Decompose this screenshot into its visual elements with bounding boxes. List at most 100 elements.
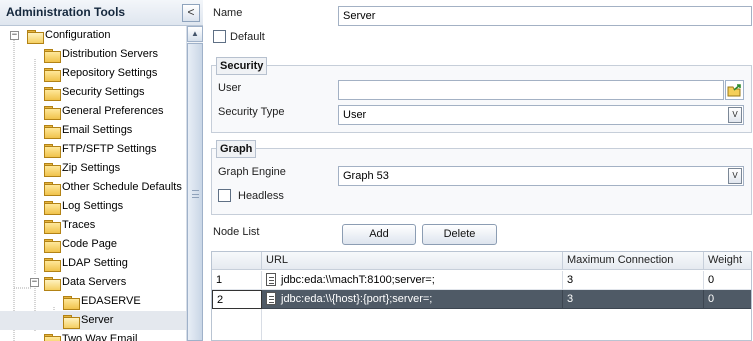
tree-item-ftp-sftp-settings[interactable]: FTP/SFTP Settings <box>44 140 186 159</box>
tree-item-log-settings[interactable]: Log Settings <box>44 197 186 216</box>
tree-item-label: Repository Settings <box>62 67 158 79</box>
chevron-down-icon[interactable]: V <box>728 168 742 184</box>
default-checkbox[interactable] <box>213 30 226 43</box>
folder-icon <box>44 258 61 272</box>
max-connection-cell[interactable]: 3 <box>563 271 704 290</box>
security-group: Security User Security Type User V <box>211 57 752 133</box>
column-header-weight[interactable]: Weight <box>704 252 751 270</box>
folder-icon <box>44 239 61 253</box>
tree-item-label: Server <box>81 314 114 326</box>
tree-item-other-schedule-defaults[interactable]: Other Schedule Defaults <box>44 178 186 197</box>
navigation-tree: − Configuration Distribution Servers Rep… <box>0 26 186 341</box>
tree-scrollbar[interactable]: ▲ <box>186 26 203 341</box>
tree-item-zip-settings[interactable]: Zip Settings <box>44 159 186 178</box>
tree-item-security-settings[interactable]: Security Settings <box>44 83 186 102</box>
node-list-label: Node List <box>213 226 260 238</box>
folder-icon <box>63 296 80 310</box>
row-number: 1 <box>212 271 262 290</box>
tree-item-general-preferences[interactable]: General Preferences <box>44 102 186 121</box>
tree-item-label: Zip Settings <box>62 162 121 174</box>
delete-button[interactable]: Delete <box>422 224 497 245</box>
security-legend: Security <box>216 57 268 75</box>
tree-item-label: Distribution Servers <box>62 48 158 60</box>
name-input[interactable]: Server <box>338 6 752 26</box>
browse-user-button[interactable] <box>725 80 744 100</box>
max-connection-cell[interactable]: 3 <box>563 290 704 309</box>
name-label: Name <box>213 7 243 19</box>
row-number: 2 <box>212 290 262 309</box>
folder-icon <box>44 201 61 215</box>
tree-item-two-way-email[interactable]: Two Way Email <box>44 330 186 341</box>
headless-label: Headless <box>238 190 284 202</box>
collapse-toggle-icon[interactable]: − <box>10 31 19 40</box>
tree-item-label: Data Servers <box>62 276 127 288</box>
tree-item-label: FTP/SFTP Settings <box>62 143 157 155</box>
tree-item-label: Configuration <box>45 29 111 41</box>
url-cell[interactable]: jdbc:eda:\\{host}:{port};server=; <box>262 290 563 309</box>
document-icon <box>266 272 276 286</box>
user-input[interactable] <box>338 80 724 100</box>
tree-item-label: Email Settings <box>62 124 133 136</box>
tree-item-edaserve[interactable]: EDASERVE <box>63 292 186 311</box>
url-cell[interactable]: jdbc:eda:\\machT:8100;server=; <box>262 271 563 290</box>
tree-item-label: Security Settings <box>62 86 145 98</box>
folder-open-icon <box>27 30 44 44</box>
graph-group: Graph Graph Engine Graph 53 V Headless <box>211 140 752 215</box>
security-type-label: Security Type <box>218 106 285 118</box>
default-label: Default <box>230 31 265 43</box>
graph-engine-select[interactable]: Graph 53 V <box>338 166 744 186</box>
server-settings-form: Name Server Default Security User Securi… <box>204 0 753 341</box>
add-button[interactable]: Add <box>342 224 416 245</box>
folder-icon <box>44 106 61 120</box>
document-icon <box>266 291 276 305</box>
graph-engine-label: Graph Engine <box>218 166 286 178</box>
tree-item-label: General Preferences <box>62 105 164 117</box>
tree-item-label: Two Way Email <box>62 333 138 341</box>
tree-item-distribution-servers[interactable]: Distribution Servers <box>44 45 186 64</box>
tree-item-data-servers[interactable]: − Data Servers <box>28 273 186 292</box>
tree-item-label: EDASERVE <box>81 295 141 307</box>
weight-cell[interactable]: 0 <box>704 290 751 309</box>
row-number-header <box>212 252 262 270</box>
tree-item-configuration[interactable]: − Configuration <box>8 26 186 45</box>
url-value: jdbc:eda:\\machT:8100;server=; <box>281 274 435 286</box>
url-value: jdbc:eda:\\{host}:{port};server=; <box>281 293 433 305</box>
column-header-url[interactable]: URL <box>262 252 563 270</box>
table-row-selected[interactable]: 2 jdbc:eda:\\{host}:{port};server=; 3 0 <box>212 290 751 309</box>
tree-item-label: Traces <box>62 219 96 231</box>
chevron-up-icon: ▲ <box>191 29 199 38</box>
folder-icon <box>44 68 61 82</box>
tree-item-label: Code Page <box>62 238 118 250</box>
security-type-select[interactable]: User V <box>338 105 744 125</box>
chevron-down-icon[interactable]: V <box>728 107 742 123</box>
tree-item-label: Log Settings <box>62 200 124 212</box>
user-label: User <box>218 82 242 94</box>
folder-icon <box>44 182 61 196</box>
row-number-gutter <box>212 309 262 340</box>
scroll-up-button[interactable]: ▲ <box>187 26 203 42</box>
headless-checkbox[interactable] <box>218 189 231 202</box>
security-type-value: User <box>343 109 367 121</box>
tree-item-label: Other Schedule Defaults <box>62 181 182 193</box>
weight-cell[interactable]: 0 <box>704 271 751 290</box>
grip-icon <box>192 190 199 198</box>
tree-item-server[interactable]: Server <box>0 311 186 330</box>
table-row[interactable]: 1 jdbc:eda:\\machT:8100;server=; 3 0 <box>212 271 751 290</box>
folder-icon <box>44 87 61 101</box>
folder-open-icon <box>44 277 61 291</box>
node-list-table: URL Maximum Connection Weight 1 jdbc:eda… <box>211 251 752 341</box>
folder-icon <box>44 220 61 234</box>
folder-icon <box>44 334 61 341</box>
tree-item-repository-settings[interactable]: Repository Settings <box>44 64 186 83</box>
tree-item-code-page[interactable]: Code Page <box>44 235 186 254</box>
folder-icon <box>44 49 61 63</box>
tree-item-email-settings[interactable]: Email Settings <box>44 121 186 140</box>
collapse-toggle-icon[interactable]: − <box>30 278 39 287</box>
collapse-panel-button[interactable]: < <box>182 4 200 22</box>
scroll-thumb[interactable] <box>187 43 203 341</box>
chevron-left-icon: < <box>187 5 195 19</box>
tree-item-ldap-setting[interactable]: LDAP Setting <box>44 254 186 273</box>
tree-item-traces[interactable]: Traces <box>44 216 186 235</box>
folder-icon <box>44 125 61 139</box>
column-header-max-connection[interactable]: Maximum Connection <box>563 252 704 270</box>
